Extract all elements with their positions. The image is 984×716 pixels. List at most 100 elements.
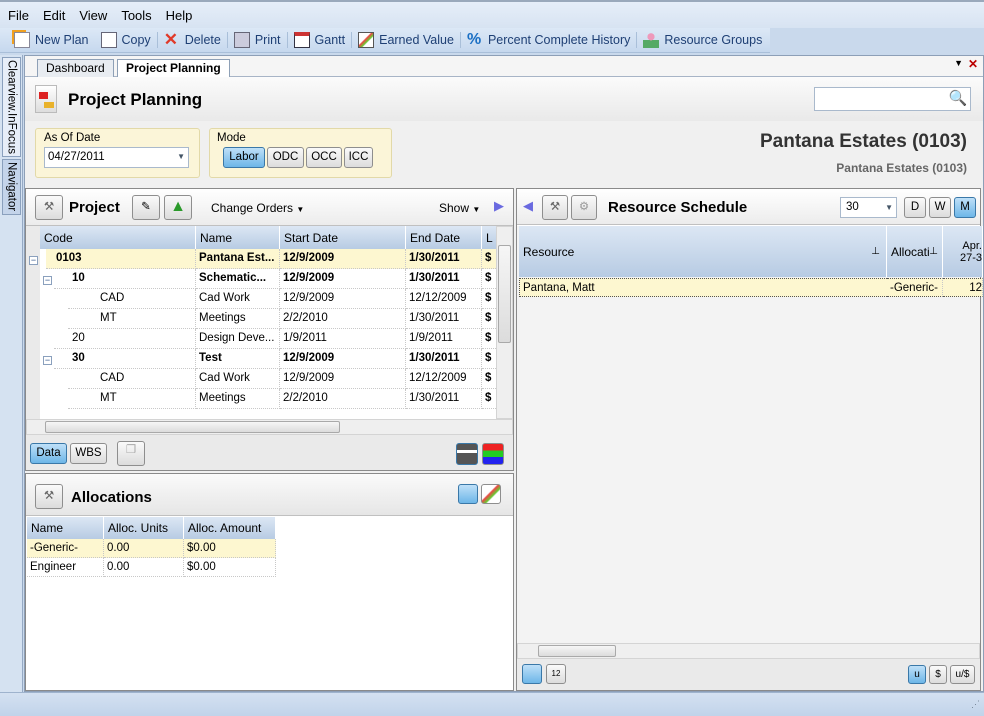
change-orders-dropdown[interactable]: Change Orders ▼	[211, 201, 304, 215]
column-header-period[interactable]: Apr. 27-3	[943, 226, 983, 277]
layout-icon[interactable]	[456, 443, 478, 465]
month-scale-button[interactable]: M	[954, 197, 976, 218]
up-arrow-icon[interactable]: ▲	[164, 195, 192, 220]
tools-icon[interactable]: ⚒	[542, 195, 568, 220]
print-button[interactable]: Print	[228, 29, 287, 51]
mode-labor-button[interactable]: Labor	[223, 147, 265, 168]
menu-tools[interactable]: Tools	[121, 8, 151, 23]
copy-icon[interactable]: ❐	[117, 441, 145, 466]
mode-icc-button[interactable]: ICC	[344, 147, 373, 168]
end-date-cell: 12/12/2009	[406, 289, 482, 309]
day-scale-button[interactable]: D	[904, 197, 926, 218]
column-header-name[interactable]: Name	[27, 517, 104, 539]
search-input[interactable]: 🔍	[814, 87, 971, 111]
edit-icon[interactable]: ✎	[132, 195, 160, 220]
menu-help[interactable]: Help	[166, 8, 193, 23]
wbs-view-button[interactable]: WBS	[70, 443, 107, 464]
horizontal-scrollbar[interactable]	[26, 419, 513, 435]
vertical-scrollbar[interactable]	[496, 226, 513, 419]
collapse-icon[interactable]: −	[29, 256, 38, 265]
status-bar: ⋰	[0, 692, 984, 716]
grid-view-icon[interactable]	[522, 664, 542, 684]
expand-right-icon[interactable]: ▶	[494, 198, 504, 214]
column-header-resource[interactable]: Resource ⊥	[519, 226, 887, 277]
tools-icon[interactable]: ⚒	[35, 484, 63, 509]
tab-project-planning[interactable]: Project Planning	[117, 59, 230, 78]
copy-button[interactable]: Copy	[95, 29, 157, 51]
name-cell: Test	[196, 349, 280, 369]
mode-occ-button[interactable]: OCC	[306, 147, 342, 168]
pin-icon[interactable]: ⊥	[871, 246, 880, 257]
new-plan-icon	[14, 32, 30, 48]
l-cell: $	[482, 349, 496, 369]
allocation-cell: $0.00	[184, 539, 276, 558]
period-value-cell[interactable]: 12	[943, 278, 983, 297]
tools-icon[interactable]: ⚒	[35, 195, 63, 220]
delete-button[interactable]: ✕ Delete	[158, 29, 227, 51]
tab-dashboard[interactable]: Dashboard	[37, 59, 114, 77]
new-plan-button[interactable]: New Plan	[8, 29, 95, 51]
allocation-cell: -Generic-	[27, 539, 104, 558]
column-header-code[interactable]: Code	[40, 226, 196, 249]
units-dollars-button[interactable]: u/$	[950, 665, 975, 684]
as-of-date-group: As Of Date 04/27/2011 ▼	[35, 128, 200, 178]
side-tab-navigator[interactable]: Navigator	[2, 159, 21, 215]
l-cell: $	[482, 329, 496, 349]
units-button[interactable]: u	[908, 665, 926, 684]
chart-view-icon[interactable]	[481, 484, 501, 504]
percent-complete-history-button[interactable]: % Percent Complete History	[461, 29, 636, 51]
gear-icon[interactable]: ⚙	[571, 195, 597, 220]
start-date-cell: 12/9/2009	[280, 289, 406, 309]
column-header-start-date[interactable]: Start Date	[280, 226, 406, 249]
chevron-down-icon: ▼	[296, 205, 305, 214]
week-scale-button[interactable]: W	[929, 197, 951, 218]
start-date-cell: 2/2/2010	[280, 309, 406, 329]
close-icon[interactable]: ✕	[968, 57, 978, 71]
tab-menu-icon[interactable]: ▼	[954, 58, 963, 68]
pin-icon[interactable]: ⊥	[929, 246, 938, 257]
start-date-cell: 1/9/2011	[280, 329, 406, 349]
dollars-button[interactable]: $	[929, 665, 947, 684]
chevron-down-icon[interactable]: ▼	[177, 152, 185, 161]
calendar-icon[interactable]: 12	[546, 664, 566, 684]
data-view-button[interactable]: Data	[30, 443, 67, 464]
horizontal-scrollbar[interactable]	[517, 643, 980, 659]
start-date-cell: 12/9/2009	[280, 349, 406, 369]
allocations-panel: ⚒ Allocations Name Alloc. Units Alloc. A…	[25, 473, 514, 691]
resource-name-cell[interactable]: Pantana, Matt	[519, 278, 887, 297]
l-cell: $	[482, 269, 496, 289]
column-header-l[interactable]: L	[482, 226, 496, 249]
as-of-date-picker[interactable]: 04/27/2011 ▼	[44, 147, 189, 168]
page-title: Project Planning	[68, 90, 203, 109]
search-icon[interactable]: 🔍	[948, 89, 968, 109]
side-dock: Clearview.InFocus Navigator	[0, 55, 23, 692]
mode-group: Mode Labor ODC OCC ICC	[209, 128, 392, 178]
as-of-date-label: As Of Date	[44, 132, 101, 144]
grid-view-icon[interactable]	[458, 484, 478, 504]
color-legend-icon[interactable]	[482, 443, 504, 465]
column-header-name[interactable]: Name	[196, 226, 280, 249]
column-header-end-date[interactable]: End Date	[406, 226, 482, 249]
menu-edit[interactable]: Edit	[43, 8, 65, 23]
collapse-left-icon[interactable]: ◀	[523, 198, 533, 214]
period-select[interactable]: 30 ▼	[840, 197, 897, 218]
menu-view[interactable]: View	[79, 8, 107, 23]
collapse-icon[interactable]: −	[43, 276, 52, 285]
resize-grip-icon[interactable]: ⋰	[971, 699, 980, 710]
column-header-alloc-amount[interactable]: Alloc. Amount	[184, 517, 276, 539]
earned-value-button[interactable]: Earned Value	[352, 29, 460, 51]
show-dropdown[interactable]: Show ▼	[439, 201, 480, 215]
code-cell: 30	[54, 349, 196, 369]
column-header-alloc-units[interactable]: Alloc. Units	[104, 517, 184, 539]
menu-file[interactable]: File	[8, 8, 29, 23]
allocation-cell[interactable]: -Generic-	[887, 278, 943, 297]
mode-odc-button[interactable]: ODC	[267, 147, 304, 168]
l-cell: $	[482, 309, 496, 329]
l-cell: $	[482, 389, 496, 409]
collapse-icon[interactable]: −	[43, 356, 52, 365]
side-tab-clearview[interactable]: Clearview.InFocus	[2, 57, 21, 157]
code-cell: MT	[68, 389, 196, 409]
gantt-button[interactable]: Gantt	[288, 29, 352, 51]
resource-groups-button[interactable]: Resource Groups	[637, 29, 768, 51]
column-header-allocation[interactable]: Allocati ⊥	[887, 226, 943, 277]
